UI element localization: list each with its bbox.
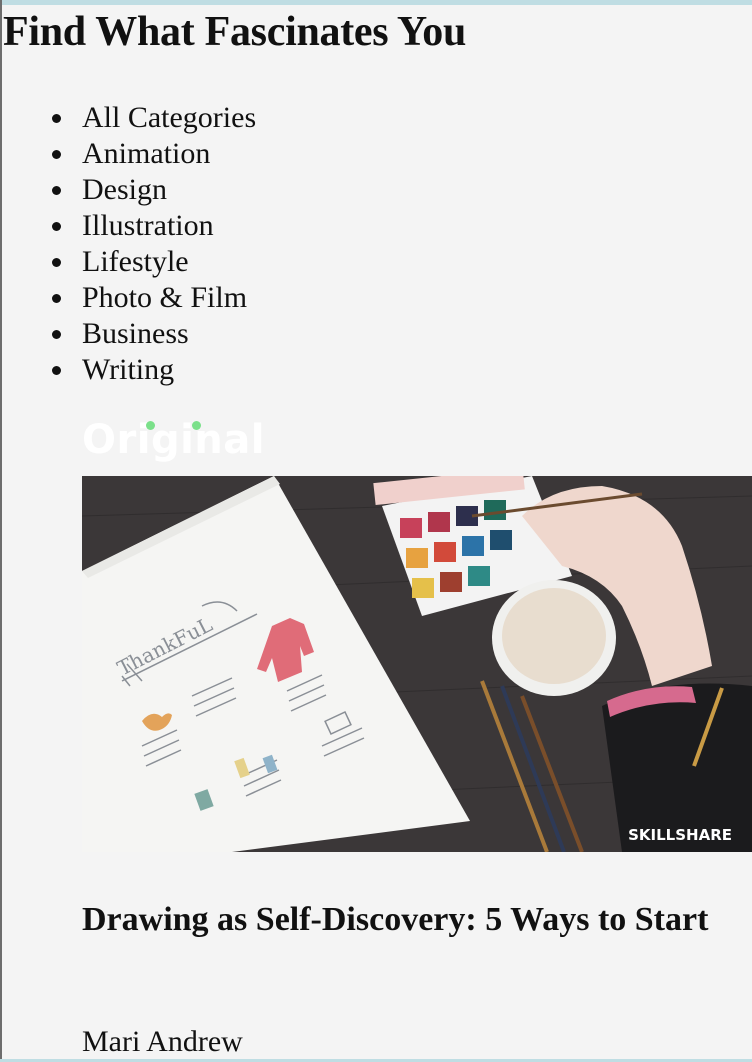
category-item-writing: Writing	[0, 352, 256, 388]
course-title[interactable]: Drawing as Self-Discovery: 5 Ways to Sta…	[82, 898, 722, 942]
course-thumbnail[interactable]: ThankFuL SKILLSHARE	[82, 476, 752, 852]
bullet-icon	[52, 330, 61, 339]
category-link-writing[interactable]: Writing	[82, 353, 174, 386]
category-link-lifestyle[interactable]: Lifestyle	[82, 245, 189, 278]
bullet-icon	[52, 366, 61, 375]
category-item-illustration: Illustration	[0, 208, 256, 244]
category-item-business: Business	[0, 316, 256, 352]
bullet-icon	[52, 222, 61, 231]
badge-dot-icon	[192, 421, 201, 430]
category-link-illustration[interactable]: Illustration	[82, 209, 214, 242]
category-item-photo-film: Photo & Film	[0, 280, 256, 316]
category-link-photo-film[interactable]: Photo & Film	[82, 281, 247, 314]
badge-dot-icon	[146, 421, 155, 430]
bullet-icon	[52, 114, 61, 123]
course-author[interactable]: Mari Andrew	[82, 1022, 243, 1062]
category-link-all-categories[interactable]: All Categories	[82, 101, 256, 134]
category-item-all: All Categories	[0, 100, 256, 136]
category-item-lifestyle: Lifestyle	[0, 244, 256, 280]
bullet-icon	[52, 294, 61, 303]
page-title: Find What Fascinates You	[3, 9, 467, 55]
category-link-business[interactable]: Business	[82, 317, 189, 350]
bullet-icon	[52, 258, 61, 267]
category-link-design[interactable]: Design	[82, 173, 167, 206]
original-badge-label: Original	[82, 417, 265, 463]
bullet-icon	[52, 150, 61, 159]
category-list: All Categories Animation Design Illustra…	[0, 100, 256, 388]
skillshare-watermark: SKILLSHARE	[628, 826, 732, 844]
category-item-animation: Animation	[0, 136, 256, 172]
original-badge: Original	[82, 414, 265, 470]
course-thumbnail-illustration: ThankFuL SKILLSHARE	[82, 476, 752, 852]
category-link-animation[interactable]: Animation	[82, 137, 210, 170]
bullet-icon	[52, 186, 61, 195]
category-item-design: Design	[0, 172, 256, 208]
top-accent-border	[0, 0, 752, 5]
